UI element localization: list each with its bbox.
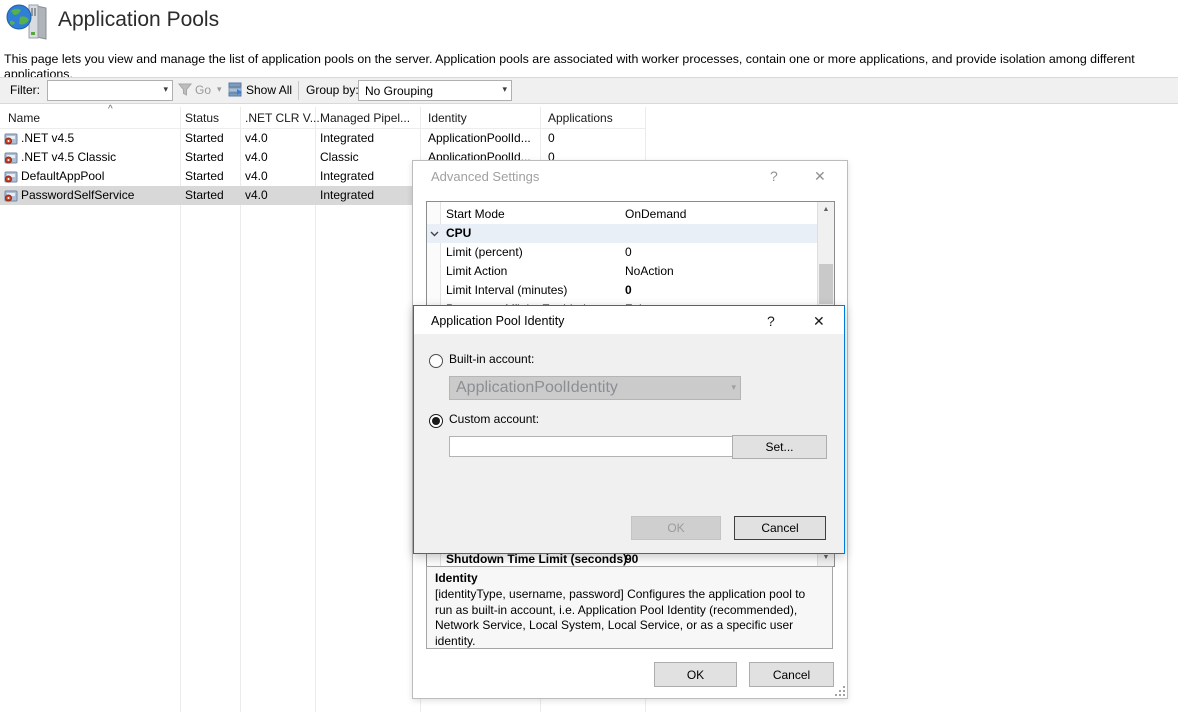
dialog-title: Advanced Settings xyxy=(431,168,539,186)
cancel-button[interactable]: Cancel xyxy=(749,662,834,687)
property-value: OnDemand xyxy=(625,205,686,224)
application-pools-page: Application Pools This page lets you vie… xyxy=(0,0,1178,712)
scrollbar-thumb[interactable] xyxy=(819,264,833,304)
cell-applications: 0 xyxy=(548,129,555,148)
cell-status: Started xyxy=(185,167,224,186)
cell-name: .NET v4.5 xyxy=(21,129,74,148)
column-header-identity[interactable]: Identity xyxy=(428,110,467,127)
dropdown-arrow-icon: ▾ xyxy=(731,382,736,393)
group-by-combobox[interactable]: No Grouping ▾ xyxy=(358,80,512,101)
cell-status: Started xyxy=(185,129,224,148)
app-pool-icon xyxy=(4,131,18,145)
cell-pipeline: Classic xyxy=(320,148,359,167)
property-label: Limit Interval (minutes) xyxy=(446,281,567,300)
toolbar-separator xyxy=(298,81,299,100)
help-panel-title: Identity xyxy=(435,571,478,586)
section-label: CPU xyxy=(446,224,471,243)
close-icon[interactable]: ✕ xyxy=(814,167,826,185)
property-row[interactable]: Limit Interval (minutes) 0 xyxy=(427,281,818,300)
list-header: ^ Name Status .NET CLR V... Managed Pipe… xyxy=(0,107,645,129)
column-header-status[interactable]: Status xyxy=(185,110,219,127)
cell-status: Started xyxy=(185,148,224,167)
custom-account-input[interactable] xyxy=(449,436,734,457)
cell-clr: v4.0 xyxy=(245,186,268,205)
cell-pipeline: Integrated xyxy=(320,186,374,205)
property-row[interactable]: Limit (percent) 0 xyxy=(427,243,818,262)
cell-name: PasswordSelfService xyxy=(21,186,134,205)
builtin-account-label[interactable]: Built-in account: xyxy=(449,350,534,369)
dropdown-arrow-icon[interactable]: ▾ xyxy=(163,84,168,95)
filter-input[interactable] xyxy=(49,82,155,99)
cell-pipeline: Integrated xyxy=(320,129,374,148)
custom-account-label[interactable]: Custom account: xyxy=(449,410,539,429)
sort-ascending-icon: ^ xyxy=(108,104,113,115)
cell-clr: v4.0 xyxy=(245,129,268,148)
dialog-title: Application Pool Identity xyxy=(431,313,564,329)
show-all-label: Show All xyxy=(246,82,292,99)
group-by-value: No Grouping xyxy=(365,83,433,99)
cell-pipeline: Integrated xyxy=(320,167,374,186)
column-header-clr-version[interactable]: .NET CLR V... xyxy=(245,110,320,127)
chevron-down-icon[interactable] xyxy=(430,231,439,237)
cell-identity: ApplicationPoolId... xyxy=(428,129,531,148)
filter-label: Filter: xyxy=(10,82,40,99)
application-pool-identity-dialog: Application Pool Identity ? ✕ Built-in a… xyxy=(413,305,845,554)
ok-button[interactable]: OK xyxy=(631,516,721,540)
property-label: Limit Action xyxy=(446,262,507,281)
property-label: Limit (percent) xyxy=(446,243,523,262)
app-pool-icon xyxy=(4,150,18,164)
help-button[interactable]: ? xyxy=(767,312,775,330)
property-help-panel: Identity [identityType, username, passwo… xyxy=(426,566,833,649)
server-globe-icon xyxy=(6,3,52,41)
filter-funnel-icon xyxy=(178,83,192,96)
cell-clr: v4.0 xyxy=(245,148,268,167)
cancel-button[interactable]: Cancel xyxy=(734,516,826,540)
column-header-applications[interactable]: Applications xyxy=(548,110,613,127)
filter-combobox[interactable]: ▾ xyxy=(47,80,173,101)
property-value: 0 xyxy=(625,281,632,300)
app-pool-icon xyxy=(4,188,18,202)
builtin-account-radio[interactable] xyxy=(429,354,443,368)
property-row[interactable]: Start Mode OnDemand xyxy=(427,205,818,224)
column-header-name[interactable]: Name xyxy=(8,110,40,127)
custom-account-radio[interactable] xyxy=(429,414,443,428)
property-row[interactable]: Limit Action NoAction xyxy=(427,262,818,281)
close-icon[interactable]: ✕ xyxy=(813,312,825,330)
group-by-label: Group by: xyxy=(306,82,359,99)
dropdown-arrow-icon[interactable]: ▾ xyxy=(502,84,507,95)
app-pool-icon xyxy=(4,169,18,183)
builtin-account-value: ApplicationPoolIdentity xyxy=(456,380,618,396)
cell-name: .NET v4.5 Classic xyxy=(21,148,116,167)
column-header-pipeline[interactable]: Managed Pipel... xyxy=(320,110,410,127)
show-all-icon xyxy=(228,82,243,97)
property-value: 0 xyxy=(625,243,632,262)
ok-button[interactable]: OK xyxy=(654,662,737,687)
help-button[interactable]: ? xyxy=(770,167,778,185)
show-all-button[interactable]: Show All xyxy=(228,80,294,100)
go-label: Go xyxy=(195,82,211,99)
go-dropdown-arrow-icon[interactable]: ▾ xyxy=(217,84,222,95)
cell-clr: v4.0 xyxy=(245,167,268,186)
table-row[interactable]: .NET v4.5 Started v4.0 Integrated Applic… xyxy=(0,129,645,148)
property-label: Start Mode xyxy=(446,205,505,224)
property-section-row[interactable]: CPU xyxy=(427,224,818,243)
property-value: NoAction xyxy=(625,262,674,281)
cell-status: Started xyxy=(185,186,224,205)
cell-name: DefaultAppPool xyxy=(21,167,104,186)
builtin-account-select[interactable]: ApplicationPoolIdentity ▾ xyxy=(449,376,741,400)
page-title: Application Pools xyxy=(58,8,219,32)
scroll-up-icon[interactable]: ▲ xyxy=(818,202,834,218)
actions-toolbar: Filter: ▾ Go ▾ Show All Group by: No Gro… xyxy=(0,77,1178,104)
help-panel-text: [identityType, username, password] Confi… xyxy=(435,587,825,649)
resize-grip[interactable] xyxy=(835,686,845,696)
set-button[interactable]: Set... xyxy=(732,435,827,459)
go-button[interactable]: Go xyxy=(178,80,216,100)
